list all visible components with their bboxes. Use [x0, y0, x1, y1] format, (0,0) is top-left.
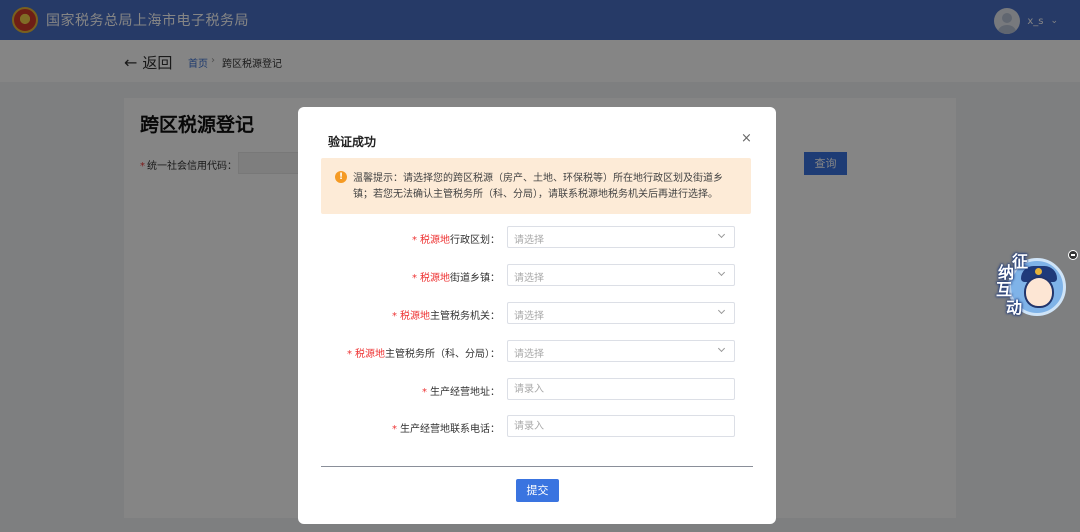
tip-text: 温馨提示：请选择您的跨区税源（房产、土地、环保税等）所在地行政区划及街道乡镇；若… [353, 173, 723, 200]
dialog-title: 验证成功 [328, 135, 377, 149]
required-mark: * [392, 311, 397, 322]
tax-office-label: * 税源地主管税务所（科、分局）： [347, 345, 500, 360]
label-text: 主管税务所（科、分局）： [385, 349, 500, 360]
mascot-badge [1035, 268, 1042, 275]
required-mark: * [347, 349, 352, 360]
mascot-char: 征 [1012, 252, 1029, 271]
label-highlight: 税源地 [420, 273, 450, 284]
chevron-down-icon [717, 268, 726, 277]
verification-dialog: 验证成功 × ! 温馨提示：请选择您的跨区税源（房产、土地、环保税等）所在地行政… [298, 107, 776, 524]
mascot-icon[interactable]: 征 纳 互 动 [994, 252, 1066, 318]
form-row-district: * 税源地行政区划： 请选择 [298, 226, 776, 250]
district-select[interactable]: 请选择 [507, 226, 735, 248]
tax-office-select[interactable]: 请选择 [507, 340, 735, 362]
phone-label: * 生产经营地联系电话： [392, 420, 500, 435]
select-placeholder: 请选择 [514, 273, 544, 284]
label-highlight: 税源地 [400, 311, 430, 322]
tax-authority-select[interactable]: 请选择 [507, 302, 735, 324]
label-text: 行政区划： [450, 235, 500, 246]
tip-banner: ! 温馨提示：请选择您的跨区税源（房产、土地、环保税等）所在地行政区划及街道乡镇… [321, 158, 751, 214]
form-row-tax-office: * 税源地主管税务所（科、分局）： 请选择 [298, 340, 776, 364]
select-placeholder: 请选择 [514, 311, 544, 322]
mascot-minimize-icon[interactable] [1068, 250, 1078, 260]
form-row-tax-authority: * 税源地主管税务机关： 请选择 [298, 302, 776, 326]
street-select[interactable]: 请选择 [507, 264, 735, 286]
phone-input[interactable] [508, 416, 734, 436]
required-mark: * [422, 387, 427, 398]
submit-button[interactable]: 提交 [516, 479, 559, 502]
form-row-address: * 生产经营地址： [298, 378, 776, 402]
address-label: * 生产经营地址： [422, 383, 500, 398]
select-placeholder: 请选择 [514, 349, 544, 360]
label-text: 主管税务机关： [430, 311, 500, 322]
form-row-street: * 税源地街道乡镇： 请选择 [298, 264, 776, 288]
label-text: 生产经营地址： [430, 387, 500, 398]
mascot-char: 动 [1006, 298, 1023, 317]
chevron-down-icon [717, 306, 726, 315]
label-highlight: 税源地 [420, 235, 450, 246]
chevron-down-icon [717, 344, 726, 353]
label-text: 街道乡镇： [450, 273, 500, 284]
label-highlight: 税源地 [355, 349, 385, 360]
label-text: 生产经营地联系电话： [400, 424, 500, 435]
divider [321, 466, 753, 467]
chevron-down-icon [717, 230, 726, 239]
district-label: * 税源地行政区划： [412, 231, 500, 246]
required-mark: * [412, 235, 417, 246]
required-mark: * [412, 273, 417, 284]
phone-field[interactable] [507, 415, 735, 437]
tax-authority-label: * 税源地主管税务机关： [392, 307, 500, 322]
warning-icon: ! [335, 171, 347, 183]
select-placeholder: 请选择 [514, 235, 544, 246]
close-icon[interactable]: × [741, 131, 752, 146]
required-mark: * [392, 424, 397, 435]
form-row-phone: * 生产经营地联系电话： [298, 415, 776, 439]
street-label: * 税源地街道乡镇： [412, 269, 500, 284]
address-input[interactable] [508, 379, 734, 399]
mascot-face [1024, 276, 1054, 308]
address-field[interactable] [507, 378, 735, 400]
